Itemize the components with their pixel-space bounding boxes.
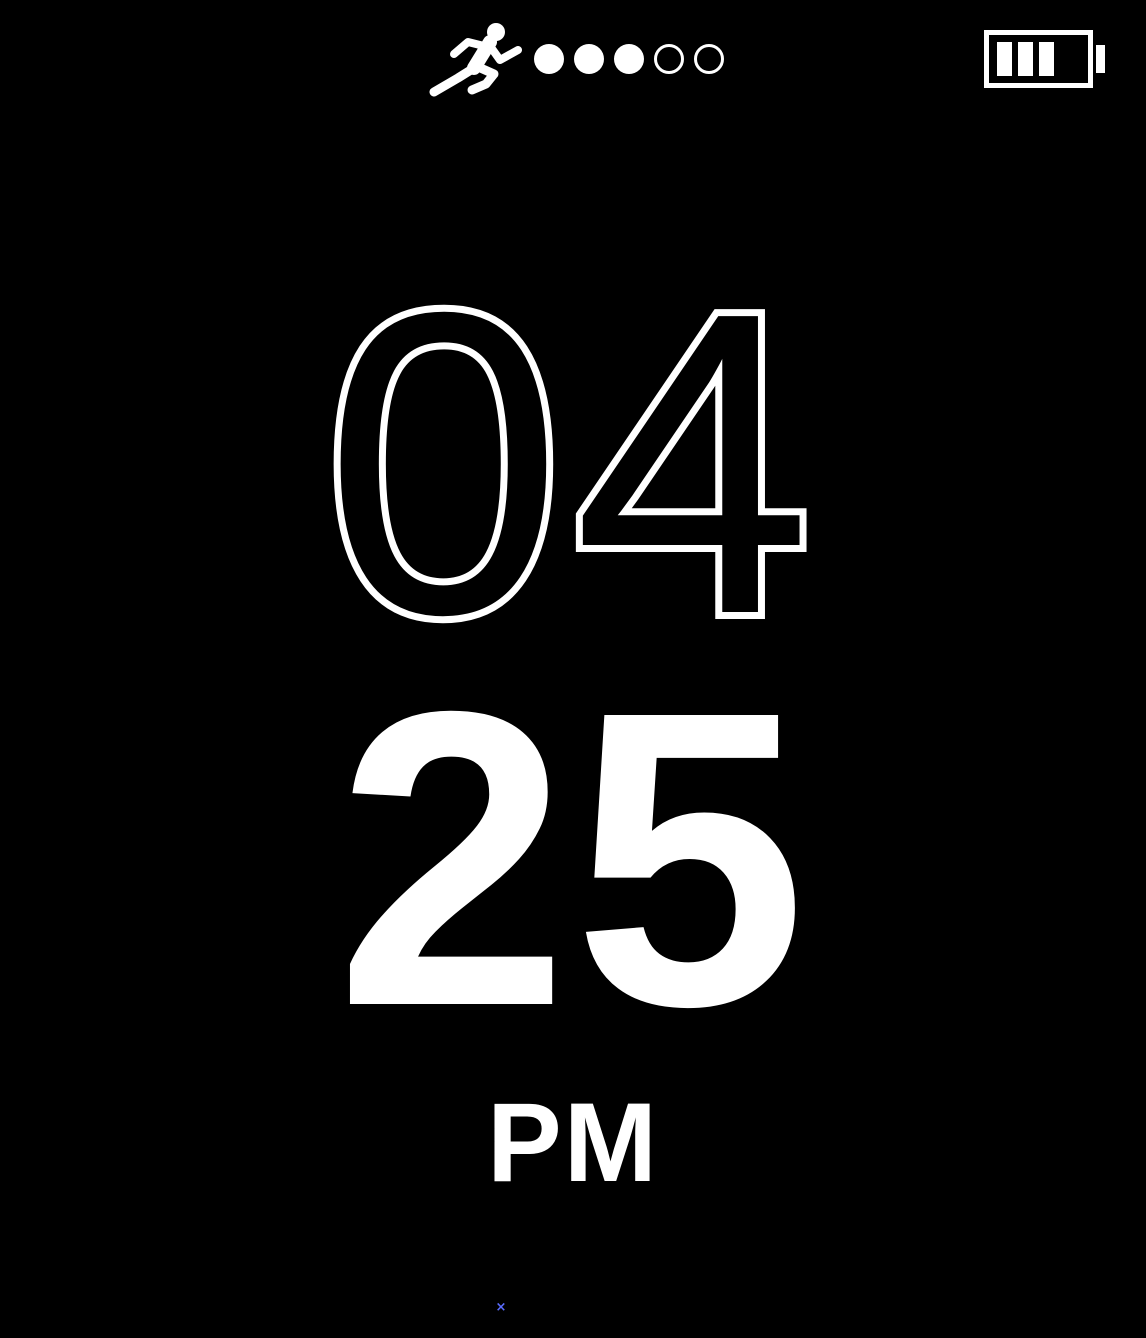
battery-icon (984, 30, 1105, 88)
running-person-icon (429, 23, 522, 97)
progress-dot-filled (534, 44, 564, 74)
status-bar (0, 0, 1146, 120)
progress-dot-filled (614, 44, 644, 74)
clock-hours-inner: 04 (324, 298, 822, 638)
clock-hours-digits: 0404 (323, 298, 822, 638)
progress-dot-empty (694, 44, 724, 74)
clock-minutes: 25 (335, 625, 811, 1094)
progress-dot-empty (654, 44, 684, 74)
clock-ampm: PM (487, 1080, 659, 1205)
battery-bar (997, 42, 1012, 76)
battery-bar (1018, 42, 1033, 76)
close-icon[interactable]: × (494, 1300, 508, 1316)
progress-dot-filled (574, 44, 604, 74)
goal-progress-dots (534, 42, 724, 76)
clock-hours: 04 04 (0, 298, 1146, 638)
battery-bar (1039, 42, 1054, 76)
